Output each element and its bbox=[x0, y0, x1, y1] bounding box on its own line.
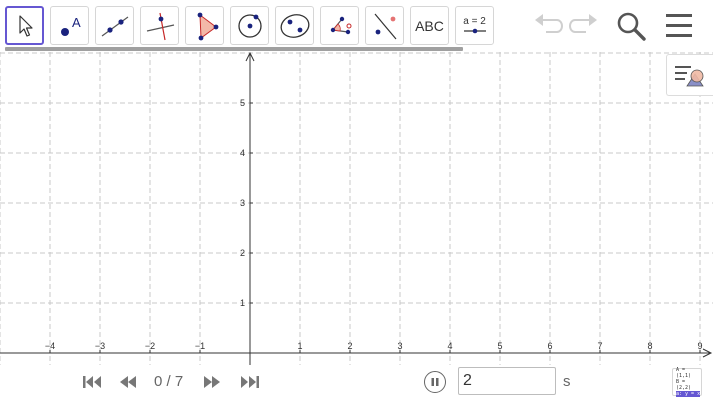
skip-to-start-icon bbox=[83, 376, 101, 388]
x-tick-label: 3 bbox=[397, 341, 402, 351]
step-counter: 0 / 7 bbox=[154, 373, 184, 390]
polygon-tool-button[interactable] bbox=[185, 6, 224, 45]
redo-button[interactable] bbox=[568, 10, 600, 40]
graph-canvas[interactable]: −4 −3 −2 −1 1 2 3 4 5 6 7 8 9 1 2 3 4 5 bbox=[0, 52, 713, 365]
fast-forward-icon bbox=[204, 376, 220, 388]
graphics-view[interactable]: −4 −3 −2 −1 1 2 3 4 5 6 7 8 9 1 2 3 4 5 bbox=[0, 52, 713, 365]
arrow-cursor-icon bbox=[18, 14, 33, 37]
text-tool-label: ABC bbox=[415, 17, 444, 34]
y-tick-label: 3 bbox=[240, 198, 245, 208]
speed-unit-label: s bbox=[563, 373, 571, 390]
search-button[interactable] bbox=[615, 10, 647, 42]
x-tick-label: −2 bbox=[145, 341, 155, 351]
slider-tool-content: a = 2 bbox=[462, 16, 488, 35]
circle-center-point-icon bbox=[237, 13, 262, 38]
algebra-line-1: A = (1,1) bbox=[676, 367, 692, 379]
y-tick-label: 1 bbox=[240, 298, 245, 308]
search-icon bbox=[617, 12, 646, 41]
redo-icon bbox=[569, 14, 597, 33]
animation-speed-input[interactable] bbox=[458, 367, 556, 395]
svg-text:A: A bbox=[72, 15, 81, 30]
animation-bar: 0 / 7 s A = (1,1) B = (2,2) a: bbox=[0, 365, 713, 400]
style-bar-toggle-button[interactable] bbox=[666, 54, 713, 96]
point-tool-button[interactable]: A bbox=[50, 6, 89, 45]
x-tick-label: 4 bbox=[447, 341, 452, 351]
x-tick-label: 2 bbox=[347, 341, 352, 351]
x-tick-label: 8 bbox=[647, 341, 652, 351]
circle-tool-button[interactable] bbox=[230, 6, 269, 45]
x-tick-label: 5 bbox=[497, 341, 502, 351]
polygon-icon bbox=[197, 12, 218, 40]
x-tick-label: 7 bbox=[597, 341, 602, 351]
y-tick-label: 2 bbox=[240, 248, 245, 258]
rewind-icon bbox=[120, 376, 136, 388]
main-menu-button[interactable] bbox=[664, 12, 694, 40]
angle-icon bbox=[330, 16, 351, 34]
algebra-line-2: B = (2,2) bbox=[676, 379, 692, 391]
point-icon: A bbox=[60, 15, 81, 36]
algebra-line-3: a: y = x bbox=[676, 391, 701, 397]
toolbar-scrollbar[interactable] bbox=[5, 47, 463, 51]
first-step-button[interactable] bbox=[82, 374, 102, 390]
x-tick-label: 6 bbox=[547, 341, 552, 351]
line-tool-button[interactable] bbox=[95, 6, 134, 45]
text-tool-button[interactable]: ABC bbox=[410, 6, 449, 45]
x-tick-label: 1 bbox=[297, 341, 302, 351]
move-tool-button[interactable] bbox=[5, 6, 44, 45]
hamburger-menu-icon bbox=[666, 14, 692, 37]
algebra-view-button[interactable]: A = (1,1) B = (2,2) a: y = x bbox=[672, 367, 702, 397]
geogebra-app: A ABC a = 2 −4 −3 −2 −1 1 2 3 4 5 6 7 8 … bbox=[0, 0, 713, 400]
conic-tool-button[interactable] bbox=[275, 6, 314, 45]
undo-button[interactable] bbox=[532, 10, 564, 40]
last-step-button[interactable] bbox=[240, 374, 260, 390]
slider-tool-button[interactable]: a = 2 bbox=[455, 6, 494, 45]
perpendicular-line-icon bbox=[146, 12, 174, 40]
line-icon bbox=[101, 16, 128, 36]
next-step-button[interactable] bbox=[203, 374, 221, 390]
toolbar: A ABC a = 2 bbox=[0, 0, 713, 52]
x-tick-label: −3 bbox=[95, 341, 105, 351]
x-tick-label: −1 bbox=[195, 341, 205, 351]
angle-tool-button[interactable] bbox=[320, 6, 359, 45]
x-tick-label: 9 bbox=[697, 341, 702, 351]
x-tick-label: −4 bbox=[45, 341, 55, 351]
y-tick-label: 4 bbox=[240, 148, 245, 158]
perpendicular-line-tool-button[interactable] bbox=[140, 6, 179, 45]
slider-icon bbox=[463, 28, 486, 34]
ellipse-icon bbox=[280, 13, 309, 38]
reflect-about-line-icon bbox=[374, 13, 396, 39]
style-bar-icon bbox=[675, 66, 704, 87]
slider-tool-label: a = 2 bbox=[463, 16, 486, 27]
skip-to-end-icon bbox=[241, 376, 259, 388]
pause-icon bbox=[431, 378, 439, 386]
y-tick-label: 5 bbox=[240, 98, 245, 108]
undo-icon bbox=[535, 14, 563, 33]
previous-step-button[interactable] bbox=[119, 374, 137, 390]
reflect-tool-button[interactable] bbox=[365, 6, 404, 45]
pause-button[interactable] bbox=[424, 371, 446, 393]
